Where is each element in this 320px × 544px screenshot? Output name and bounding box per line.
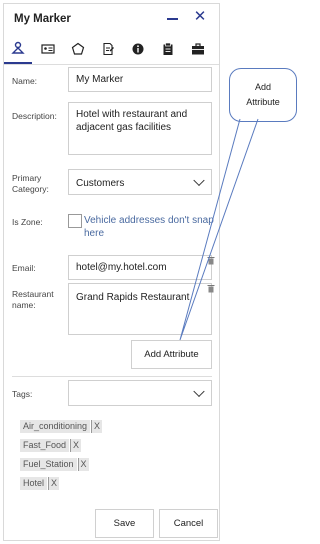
- tab-id-card[interactable]: [34, 34, 62, 64]
- callout-text: Add Attribute: [246, 82, 280, 107]
- trash-icon[interactable]: [207, 284, 215, 293]
- tag-remove-button[interactable]: X: [48, 477, 60, 490]
- person-marker-icon: [11, 41, 25, 54]
- pentagon-icon: [71, 42, 85, 55]
- category-label: Primary Category:: [12, 173, 49, 194]
- tab-info[interactable]: [124, 34, 152, 64]
- restaurant-label: Restaurant name:: [12, 289, 54, 310]
- zone-description: Vehicle addresses don't snap here: [84, 215, 214, 239]
- cancel-button[interactable]: Cancel: [159, 509, 218, 538]
- tab-edit-note[interactable]: [94, 34, 122, 64]
- save-button[interactable]: Save: [95, 509, 154, 538]
- trash-icon[interactable]: [207, 256, 215, 265]
- tag-label: Fuel_Station: [20, 458, 77, 471]
- chevron-down-icon: [193, 385, 205, 398]
- add-attribute-callout: Add Attribute: [229, 68, 297, 122]
- email-label: Email:: [12, 263, 36, 273]
- description-label: Description:: [12, 111, 57, 121]
- tags-select[interactable]: [68, 380, 212, 406]
- email-input[interactable]: hotel@my.hotel.com: [68, 255, 212, 280]
- description-value: Hotel with restaurant and adjacent gas f…: [76, 109, 188, 133]
- tag-chip: Hotel X: [20, 477, 60, 490]
- tag-remove-button[interactable]: X: [70, 439, 82, 452]
- zone-label: Is Zone:: [12, 217, 43, 227]
- name-value: My Marker: [76, 74, 124, 85]
- tab-person-marker[interactable]: [4, 34, 32, 64]
- minimize-icon[interactable]: [167, 18, 178, 20]
- tag-remove-button[interactable]: X: [77, 458, 89, 471]
- restaurant-value: Grand Rapids Restaurant: [76, 292, 190, 303]
- description-textarea[interactable]: Hotel with restaurant and adjacent gas f…: [68, 102, 212, 155]
- tag-label: Air_conditioning: [20, 420, 91, 433]
- clipboard-icon: [163, 42, 173, 55]
- chevron-down-icon: [193, 174, 205, 187]
- tab-briefcase[interactable]: [184, 34, 212, 64]
- add-attribute-button[interactable]: Add Attribute: [131, 340, 212, 369]
- name-label: Name:: [12, 76, 38, 86]
- zone-checkbox[interactable]: [68, 214, 82, 228]
- tag-chip: Fast_Food X: [20, 439, 82, 452]
- divider: [12, 376, 212, 377]
- email-value: hotel@my.hotel.com: [76, 262, 167, 273]
- tag-label: Hotel: [20, 477, 48, 490]
- panel-title: My Marker: [14, 13, 71, 25]
- panel-header: My Marker ✕: [4, 4, 219, 34]
- info-icon: [132, 43, 144, 55]
- tag-chip: Air_conditioning X: [20, 420, 103, 433]
- marker-panel: My Marker ✕ Name: My Marker Description:…: [3, 3, 220, 541]
- name-input[interactable]: My Marker: [68, 67, 212, 92]
- tag-remove-button[interactable]: X: [91, 420, 103, 433]
- edit-note-icon: [103, 42, 114, 56]
- tab-clipboard[interactable]: [154, 34, 182, 64]
- tag-chip: Fuel_Station X: [20, 458, 89, 471]
- category-value: Customers: [76, 178, 125, 189]
- tab-bar: [4, 34, 219, 65]
- briefcase-icon: [192, 43, 204, 55]
- id-card-icon: [41, 44, 55, 54]
- restaurant-textarea[interactable]: Grand Rapids Restaurant: [68, 283, 212, 335]
- category-select[interactable]: Customers: [68, 169, 212, 195]
- close-icon[interactable]: ✕: [193, 9, 207, 25]
- tags-label: Tags:: [12, 389, 33, 399]
- tag-label: Fast_Food: [20, 439, 70, 452]
- tab-pentagon[interactable]: [64, 34, 92, 64]
